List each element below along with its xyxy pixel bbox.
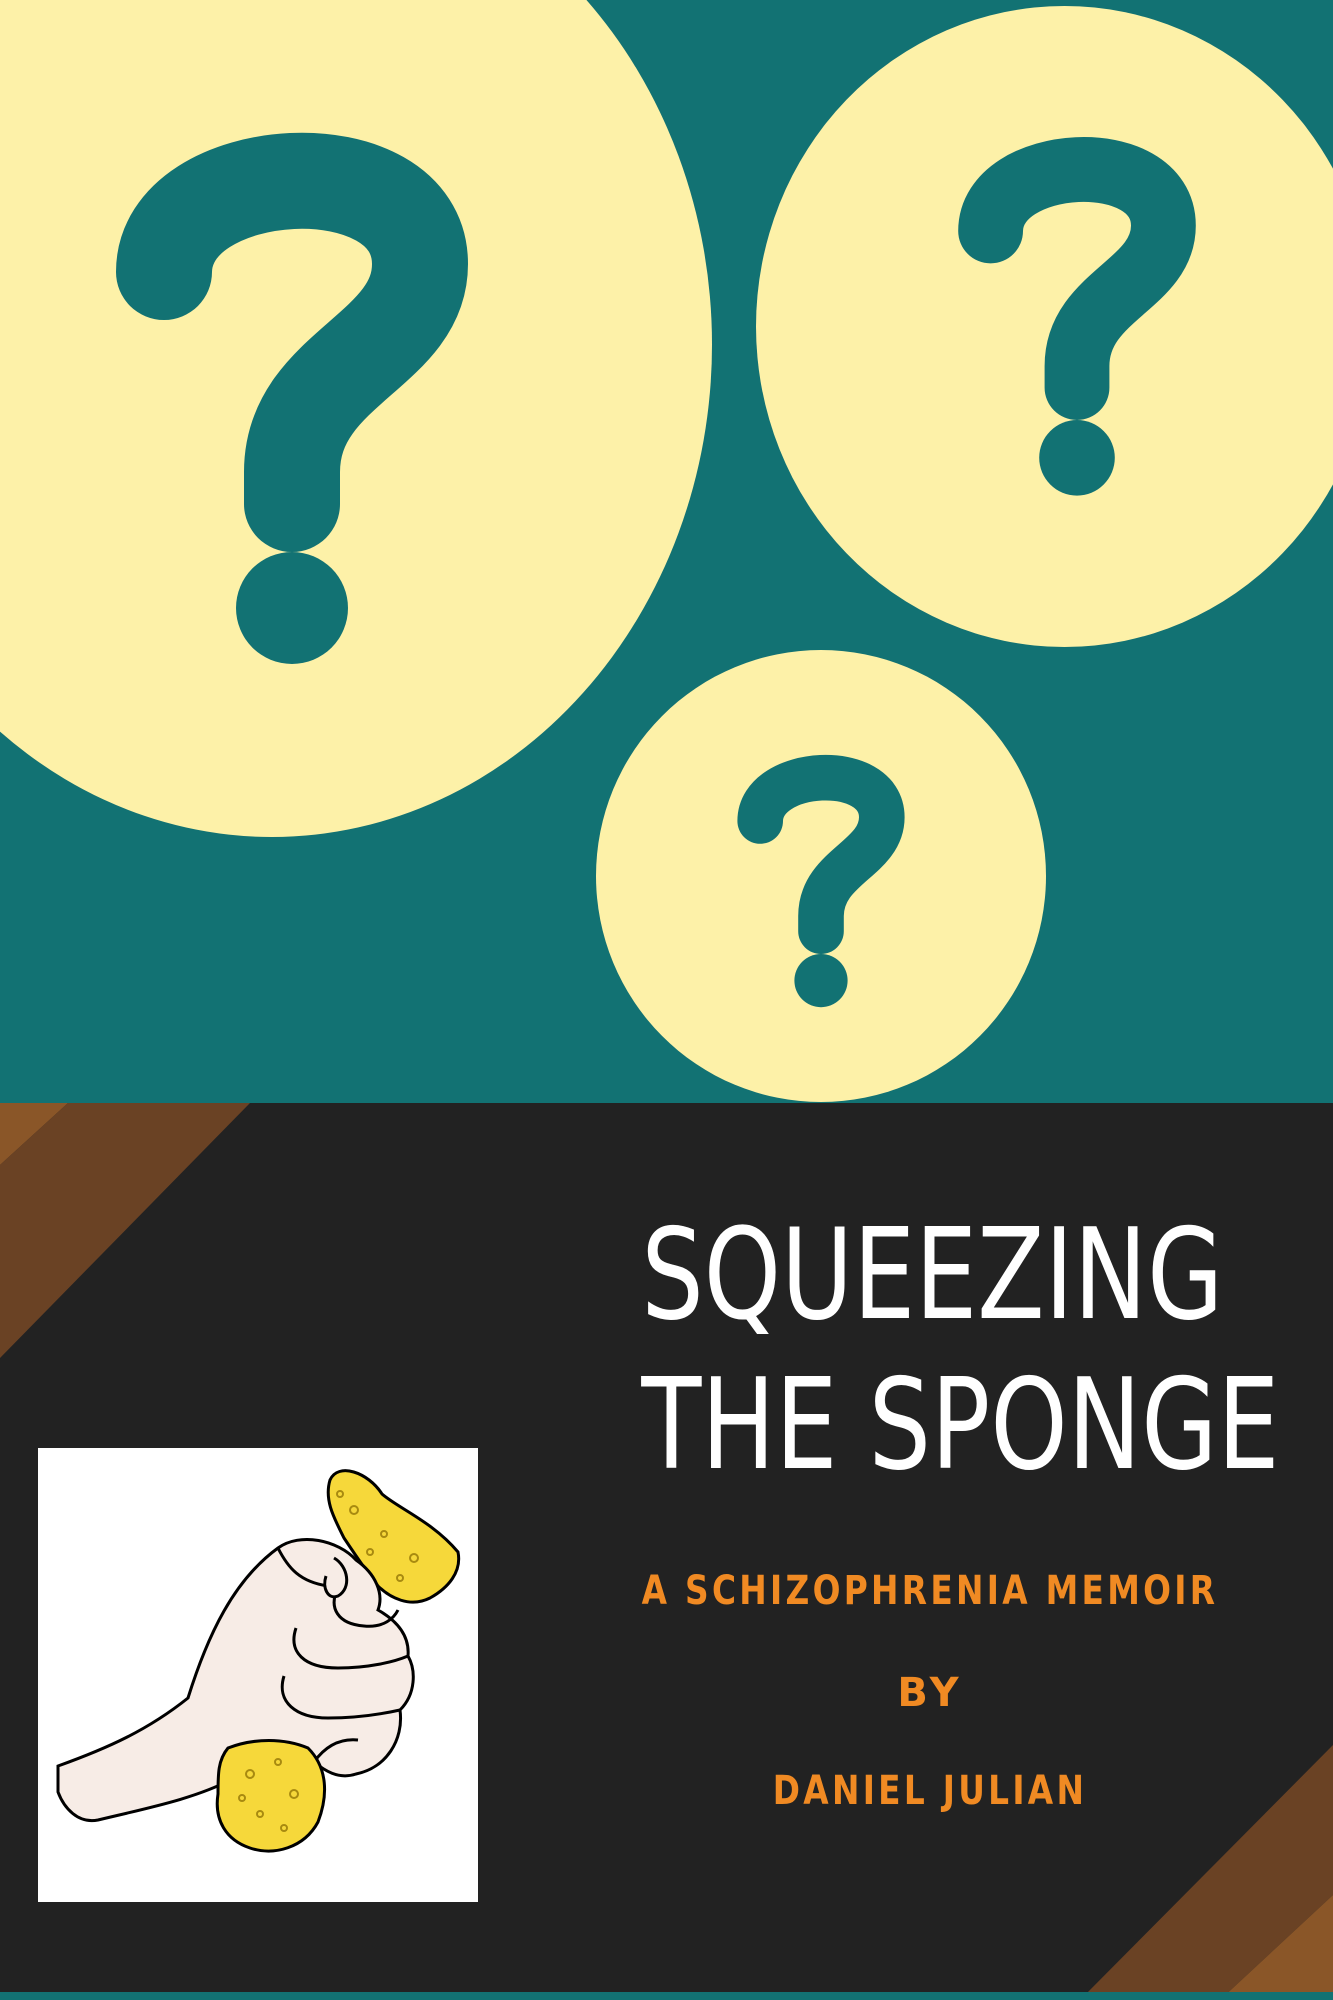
byline-label: BY (897, 1670, 963, 1716)
top-panel (0, 0, 1333, 1103)
author-name: DANIEL JULIAN (772, 1768, 1088, 1814)
small-question-circle (596, 650, 1046, 1102)
book-title-line-1: SQUEEZING (641, 1201, 1224, 1348)
question-mark-icon (737, 754, 905, 1008)
medium-question-circle (756, 6, 1333, 647)
book-cover: SQUEEZING THE SPONGE A SCHIZOPHRENIA MEM… (0, 0, 1333, 2000)
bottom-accent-strip (0, 1992, 1333, 2000)
sponge-bottom (215, 1739, 327, 1853)
illustration-frame (38, 1448, 478, 1902)
question-mark-icon (958, 137, 1196, 496)
book-title-line-2: THE SPONGE (641, 1351, 1280, 1498)
large-question-circle (0, 0, 712, 837)
hand-squeezing-sponge-illustration (56, 1469, 461, 1853)
question-mark-icon (116, 132, 468, 664)
book-subtitle: A SCHIZOPHRENIA MEMOIR (641, 1568, 1219, 1614)
